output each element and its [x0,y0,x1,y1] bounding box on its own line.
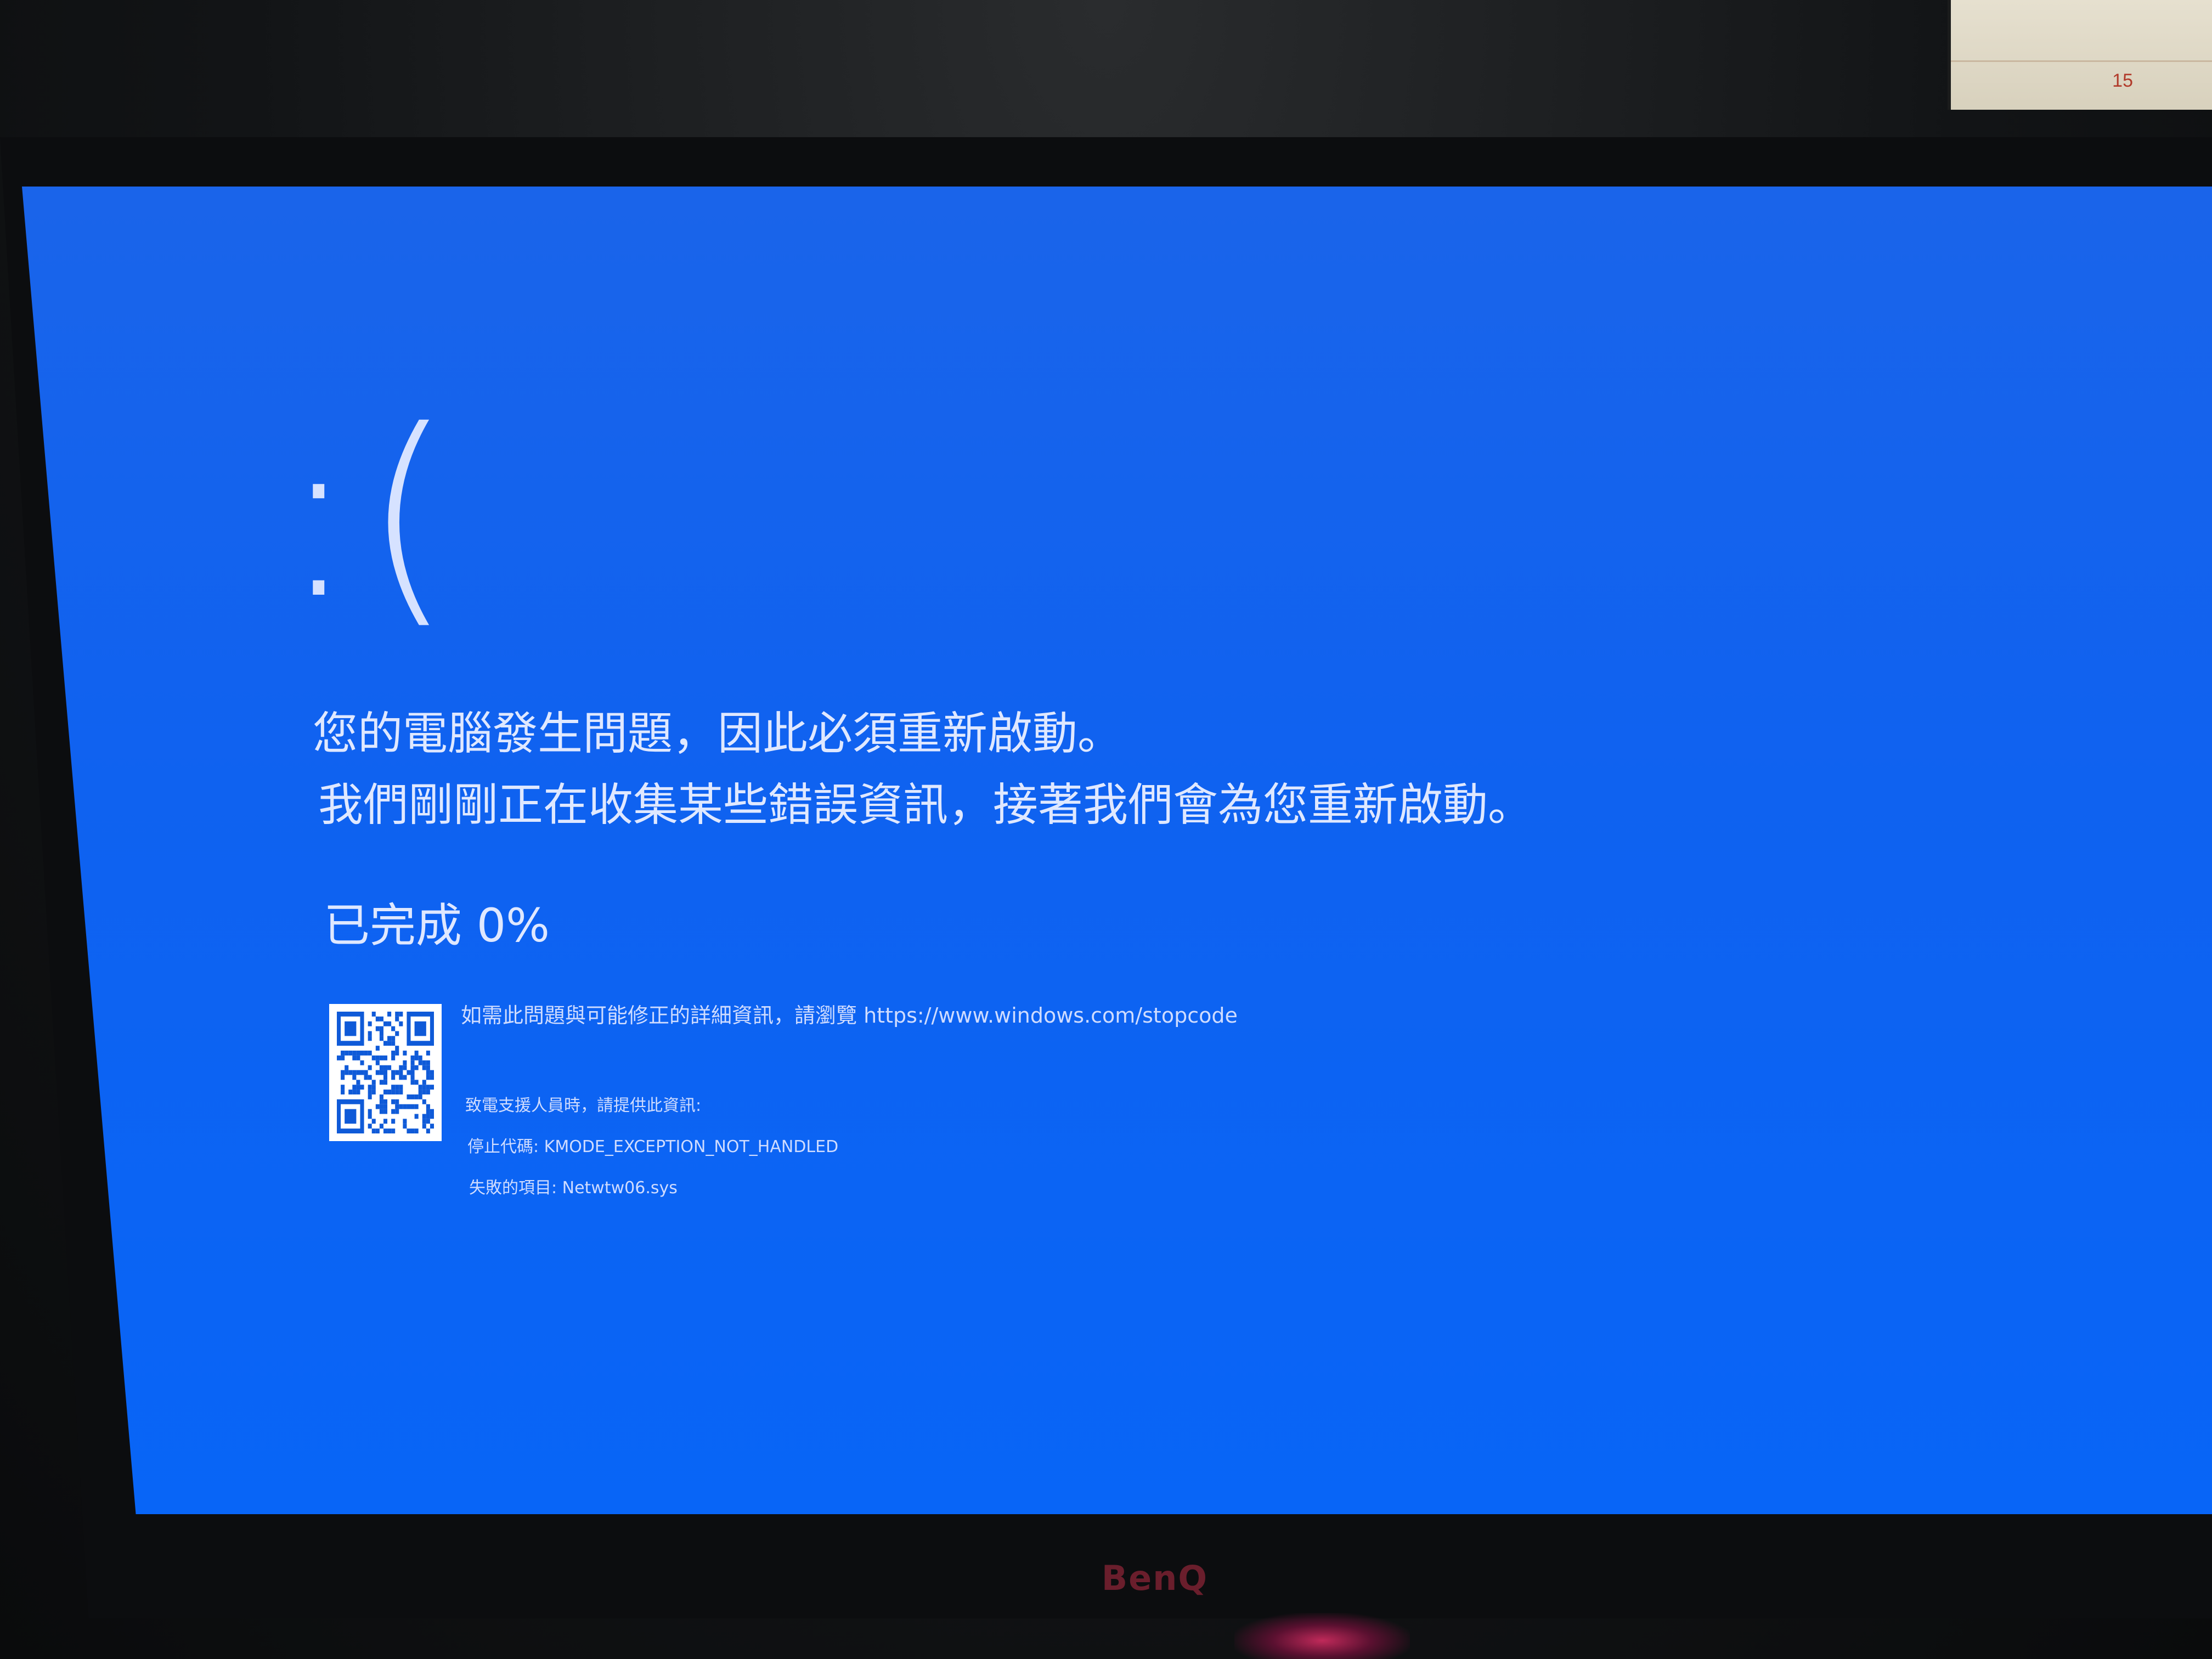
support-note: 致電支援人員時，請提供此資訊: [465,1096,702,1115]
qr-code-icon [329,1004,442,1141]
calendar-divider [1951,60,2212,62]
stop-code: 停止代碼: KMODE_EXCEPTION_NOT_HANDLED [467,1137,839,1156]
sad-face-icon: :( [280,381,459,650]
progress-percent: 已完成 0% [324,899,550,952]
calendar-day: 15 [2112,70,2133,91]
stopcode-info-link[interactable]: 如需此問題與可能修正的詳細資訊，請瀏覽 https://www.windows.… [461,998,1238,1029]
photo-scene: 15 :( 您的電腦發生問題，因此必須重新啟動。 我們剛剛正在收集某些錯誤資訊，… [0,0,2212,1659]
qr-code-graphic [337,1012,434,1133]
blue-screen: :( 您的電腦發生問題，因此必須重新啟動。 我們剛剛正在收集某些錯誤資訊，接著我… [22,187,2212,1514]
power-led-glow [1234,1613,1410,1659]
error-subline: 我們剛剛正在收集某些錯誤資訊，接著我們會為您重新啟動。 [318,779,1533,831]
error-headline: 您的電腦發生問題，因此必須重新啟動。 [313,708,1123,760]
wall-calendar: 15 [1948,0,2212,110]
monitor-brand-logo: BenQ [1101,1558,1209,1598]
failed-item: 失敗的項目: Netwtw06.sys [469,1178,678,1198]
